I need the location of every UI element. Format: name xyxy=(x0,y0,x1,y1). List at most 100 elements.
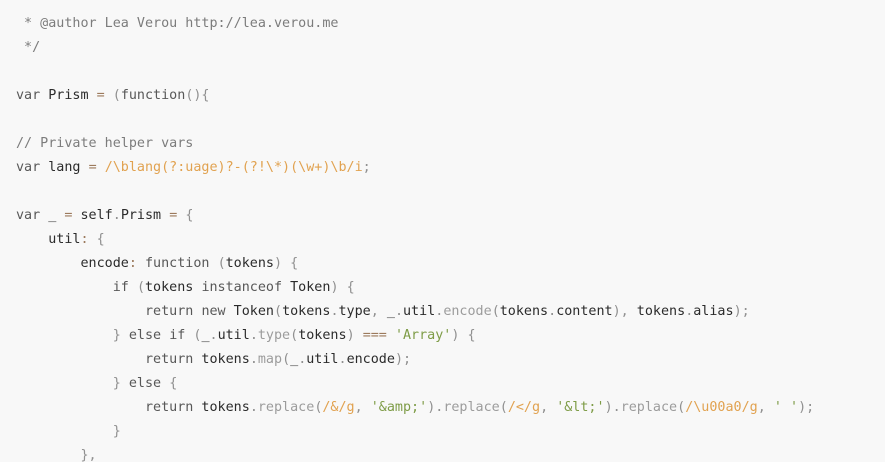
code-token-plain: _ xyxy=(201,328,210,343)
code-line: // Private helper vars xyxy=(16,132,193,156)
code-token-punct: . xyxy=(394,304,403,319)
code-token-punct: . xyxy=(249,352,258,367)
code-token-string: '&lt;' xyxy=(556,400,605,415)
code-token-plain: tokens xyxy=(298,328,347,343)
code-token-punct: ); xyxy=(394,352,412,367)
code-token-comment: * @author Lea Verou http://lea.verou.me xyxy=(16,16,339,31)
code-token-plain: util xyxy=(306,352,339,367)
code-line: var Prism = (function(){ xyxy=(16,84,210,108)
code-token-punct: . xyxy=(249,400,258,415)
code-token-plain: _ xyxy=(378,304,395,319)
code-token-punct: ( xyxy=(274,304,283,319)
code-token-punct: ). xyxy=(604,400,621,415)
code-token-plain: tokens xyxy=(145,280,202,295)
code-token-punct: ( xyxy=(677,400,686,415)
code-token-comment: // Private helper vars xyxy=(16,136,194,151)
code-line: util: { xyxy=(16,228,105,252)
code-token-plain: self xyxy=(72,208,113,223)
code-token-plain: alias xyxy=(693,304,734,319)
code-token-plain: Token xyxy=(282,280,331,295)
code-token-plain: tokens xyxy=(193,352,250,367)
code-token-plain: util xyxy=(403,304,436,319)
code-token-punct: . xyxy=(209,328,218,343)
code-token-keyword: else xyxy=(128,376,162,391)
code-token-plain: tokens xyxy=(628,304,686,319)
code-token-plain: util xyxy=(16,232,81,247)
code-token-plain: _ xyxy=(290,352,299,367)
code-token-function: type xyxy=(257,328,291,343)
code-token-keyword: var xyxy=(16,160,41,175)
code-line: if (tokens instanceof Token) { xyxy=(16,276,355,300)
code-token-punct: ). xyxy=(427,400,444,415)
code-token-plain: type xyxy=(338,304,371,319)
code-token-keyword: instanceof xyxy=(201,280,283,295)
code-token-punct: ) xyxy=(330,280,339,295)
code-token-punct: . xyxy=(249,328,258,343)
code-token-punct: ) xyxy=(346,328,355,343)
code-token-function: replace xyxy=(620,400,678,415)
code-token-punct: ( xyxy=(136,280,145,295)
code-token-punct: { xyxy=(169,376,178,391)
code-token-operator: === xyxy=(362,328,387,343)
code-token-plain: encode xyxy=(16,256,129,271)
code-token-punct: ; xyxy=(362,160,371,175)
code-token-regex: /</g xyxy=(507,400,541,415)
code-token-keyword: if xyxy=(169,328,186,343)
code-line: return new Token(tokens.type, _.util.enc… xyxy=(16,300,750,324)
code-token-keyword: var xyxy=(16,208,41,223)
code-token-punct: { xyxy=(96,232,105,247)
code-token-plain: lang xyxy=(40,160,89,175)
code-line: return tokens.replace(/&/g, '&amp;').rep… xyxy=(16,396,814,420)
code-line: } else { xyxy=(16,372,178,396)
code-token-punct: { xyxy=(346,280,355,295)
code-token-operator: : xyxy=(128,256,137,271)
code-token-punct: ( xyxy=(112,88,121,103)
code-token-function: replace xyxy=(443,400,500,415)
code-token-punct: ) xyxy=(274,256,283,271)
code-token-regex: /&/g xyxy=(322,400,355,415)
code-token-punct: ( xyxy=(282,352,291,367)
code-token-plain: tokens xyxy=(193,400,250,415)
code-line: var lang = /\blang(?:uage)?-(?!\*)(\w+)\… xyxy=(16,156,371,180)
code-token-string: '&amp;' xyxy=(370,400,428,415)
code-token-keyword: return xyxy=(145,400,194,415)
code-token-punct: { xyxy=(467,328,476,343)
code-token-plain: tokens xyxy=(499,304,549,319)
code-token-keyword: function xyxy=(145,256,210,271)
code-token-keyword: function xyxy=(120,88,186,103)
code-line: * @author Lea Verou http://lea.verou.me xyxy=(16,12,338,36)
code-token-punct: . xyxy=(548,304,557,319)
code-token-operator: = xyxy=(88,160,97,175)
code-line: var _ = self.Prism = { xyxy=(16,204,193,228)
code-token-punct: ( xyxy=(491,304,500,319)
code-token-punct: { xyxy=(185,208,194,223)
code-token-keyword: return xyxy=(145,352,194,367)
code-token-punct: ), xyxy=(612,304,629,319)
code-token-string: 'Array' xyxy=(394,328,452,343)
code-editor: * @author Lea Verou http://lea.verou.me … xyxy=(0,0,885,462)
code-token-plain: tokens xyxy=(225,256,274,271)
code-token-plain: content xyxy=(556,304,613,319)
code-line: return tokens.map(_.util.encode); xyxy=(16,348,411,372)
code-token-string: ' ' xyxy=(773,400,799,415)
code-token-punct: ( xyxy=(217,256,226,271)
code-line: encode: function (tokens) { xyxy=(16,252,298,276)
code-token-plain: Prism xyxy=(40,88,97,103)
code-token-punct: , xyxy=(354,400,363,415)
